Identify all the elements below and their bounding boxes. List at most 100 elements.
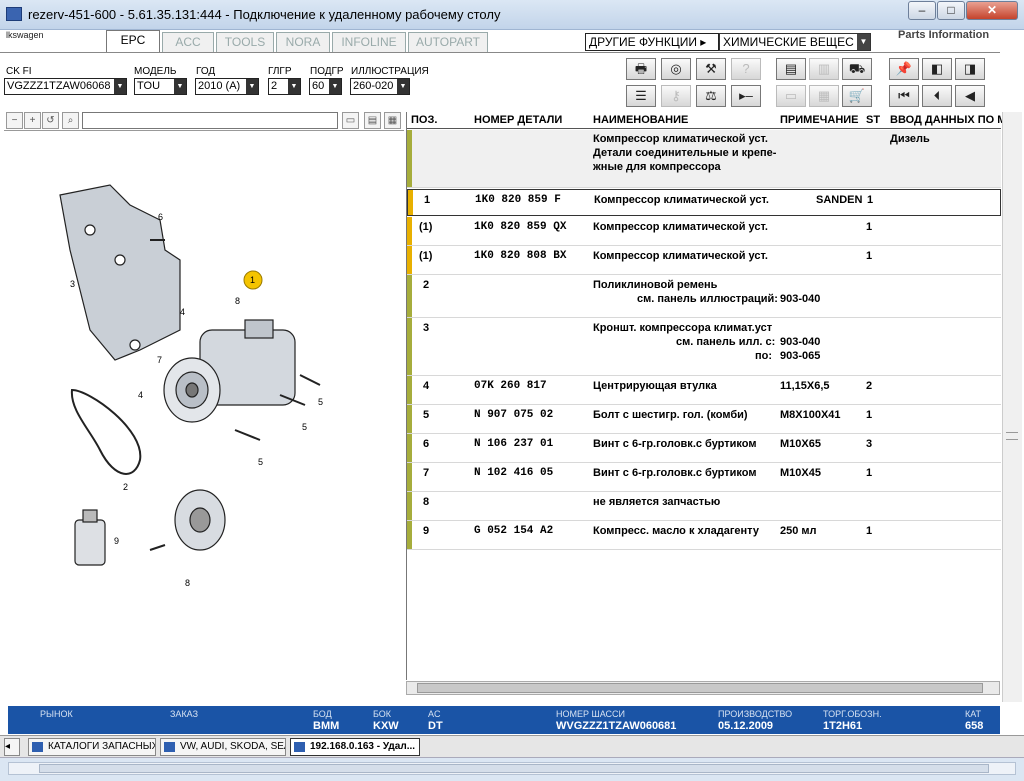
close-button[interactable]: ✕ [966,1,1018,20]
tab-nora[interactable]: NORA [276,32,330,52]
label-6: 6 [158,212,163,222]
subgroup-label: ПОДГР [310,66,344,77]
label-1: 1 [250,275,255,285]
intro-data: Дизель [890,133,930,145]
row-marker [407,405,412,433]
scrollbar-grip[interactable] [1006,432,1018,440]
table-row[interactable]: 7 N 102 416 05 Винт с 6-гр.головк.с бурт… [407,463,1001,492]
tab-autopart[interactable]: AUTOPART [408,32,488,52]
group-value: 2 [271,80,278,92]
taskbar-item-vw[interactable]: VW, AUDI, SKODA, SEAT [160,738,286,756]
remote-desktop-icon [6,7,22,21]
minimize-button[interactable]: – [908,1,936,20]
bod-label: БОД [313,709,332,719]
row-subref-value[interactable]: 903-040 [780,293,820,305]
col-part-header[interactable]: НОМЕР ДЕТАЛИ [474,114,562,126]
ac-value: DT [428,720,443,732]
play-dash-icon[interactable]: ▸– [731,85,761,107]
table-row[interactable]: 1 1K0 820 859 F Компрессор климатической… [407,189,1001,216]
tab-infoline[interactable]: INFOLINE [332,32,406,52]
table-horizontal-scrollbar[interactable] [406,681,1000,695]
list-view-icon[interactable]: ☰ [626,85,656,107]
cart-transfer-icon[interactable]: ⛟ [842,58,872,80]
taskbar-item-catalogs[interactable]: КАТАЛОГИ ЗАПАСНЫХ ... [28,738,156,756]
pin-icon[interactable]: 📌 [889,58,919,80]
table-row[interactable]: Компрессор климатической уст. Детали сое… [407,130,1001,188]
service-icon[interactable]: ⚖ [696,85,726,107]
table-row[interactable]: 6 N 106 237 01 Винт с 6-гр.головк.с бурт… [407,434,1001,463]
table-row[interactable]: 5 N 907 075 02 Болт с шестигр. гол. (ком… [407,405,1001,434]
search-input[interactable] [82,112,338,129]
other-functions-menu[interactable]: ДРУГИЕ ФУНКЦИИ ▸ [585,33,719,51]
table-row[interactable]: (1) 1K0 820 808 BX Компрессор климатичес… [407,246,1001,275]
vehicle-status-bar: РЫНОК ЗАКАЗ БОД BMM БОК KXW AC DT НОМЕР … [8,706,1000,734]
row-pos: 8 [423,496,430,508]
col-st-header[interactable]: ST [866,114,880,126]
scrollbar-thumb[interactable] [39,764,989,773]
screens-icon[interactable]: ▭ [776,85,806,107]
model-select[interactable]: TOU ▼ [134,78,187,95]
tools-icon[interactable]: ⚒ [696,58,726,80]
maximize-button[interactable]: □ [937,1,965,20]
zoom-in-icon[interactable]: + [24,112,41,129]
col-note-header[interactable]: ПРИМЕЧАНИЕ [780,114,859,126]
back-icon[interactable]: ◀ [955,85,985,107]
print-icon[interactable]: 🖶 [626,58,656,80]
col-name-header[interactable]: НАИМЕНОВАНИЕ [593,114,688,126]
tab-acc[interactable]: ACC [162,32,214,52]
table-row[interactable]: 4 07K 260 817 Центрирующая втулка 11,15X… [407,376,1001,405]
row-note: M8X100X41 [780,409,841,421]
row-name: Компресс. масло к хладагенту [593,525,759,537]
table-row[interactable]: 3 Кроншт. компрессора климат.уст см. пан… [407,318,1001,376]
row-name: Центрирующая втулка [593,380,717,392]
taskbar-item-remote[interactable]: 192.168.0.163 - Удал... [290,738,420,756]
zoom-out-icon[interactable]: − [6,112,23,129]
first-page-icon[interactable]: ⏮ [889,85,919,107]
row-name: Поликлиновой ремень [593,279,718,291]
vertical-scrollbar[interactable] [1002,112,1022,702]
remote-horizontal-scrollbar[interactable] [8,762,1016,775]
search-icon[interactable]: ⌕ [62,112,79,129]
pan-icon[interactable]: ↺ [42,112,59,129]
key-icon[interactable]: ⚷ [661,85,691,107]
row-subref-value[interactable]: 903-040 [780,336,820,348]
parts-disc-icon[interactable]: ◎ [661,58,691,80]
subgroup-select[interactable]: 60 ▼ [309,78,342,95]
table-view-icon[interactable]: ▦ [384,112,401,129]
tab-epc[interactable]: EPC [106,30,160,53]
catalog-icon[interactable]: ▦ [809,85,839,107]
label-5c: 5 [258,457,263,467]
prev-page-icon[interactable]: ◧ [922,58,952,80]
split-view-icon[interactable]: ▤ [364,112,381,129]
table-row[interactable]: 2 Поликлиновой ремень см. панель иллюстр… [407,275,1001,318]
taskbar-scroll-left-icon[interactable]: ◂ [4,738,20,756]
help-query-icon[interactable]: ? [731,58,761,80]
depot-icon[interactable]: ▥ [809,58,839,80]
row-pos: 9 [423,525,430,537]
shopping-cart-icon[interactable]: 🛒 [842,85,872,107]
table-row[interactable]: 8 не является запчастью [407,492,1001,521]
row-subref-value-2[interactable]: 903-065 [780,350,820,362]
table-row[interactable]: (1) 1K0 820 859 QX Компрессор климатичес… [407,217,1001,246]
row-part: 1K0 820 859 F [475,194,561,206]
year-select[interactable]: 2010 (A) ▼ [195,78,259,95]
row-subref-label: см. панель иллюстраций: [637,293,778,305]
ck-value: VGZZZ1TZAW06068 [7,80,111,92]
col-data-header[interactable]: ВВОД ДАННЫХ ПО М [890,114,1006,126]
previous-icon[interactable]: ⏴ [922,85,952,107]
scrollbar-thumb[interactable] [417,683,983,693]
row-name: Компрессор климатической уст. [593,221,768,233]
table-row[interactable]: 9 G 052 154 A2 Компресс. масло к хладаге… [407,521,1001,550]
parts-information-logo: Parts Information [898,29,990,41]
group-label: ГЛГР [268,66,292,77]
ck-select[interactable]: VGZZZ1TZAW06068 ▼ [4,78,127,95]
group-select[interactable]: 2 ▼ [268,78,301,95]
chemicals-dropdown[interactable]: ХИМИЧЕСКИЕ ВЕЩЕС ▼ [719,33,871,51]
col-pos-header[interactable]: ПОЗ. [411,114,437,126]
fit-icon[interactable]: ▭ [342,112,359,129]
elsa-icon[interactable]: ▤ [776,58,806,80]
tab-tools[interactable]: TOOLS [216,32,274,52]
illustration-select[interactable]: 260-020 ▼ [350,78,410,95]
next-page-icon[interactable]: ◨ [955,58,985,80]
compressor-drawing [163,319,296,423]
